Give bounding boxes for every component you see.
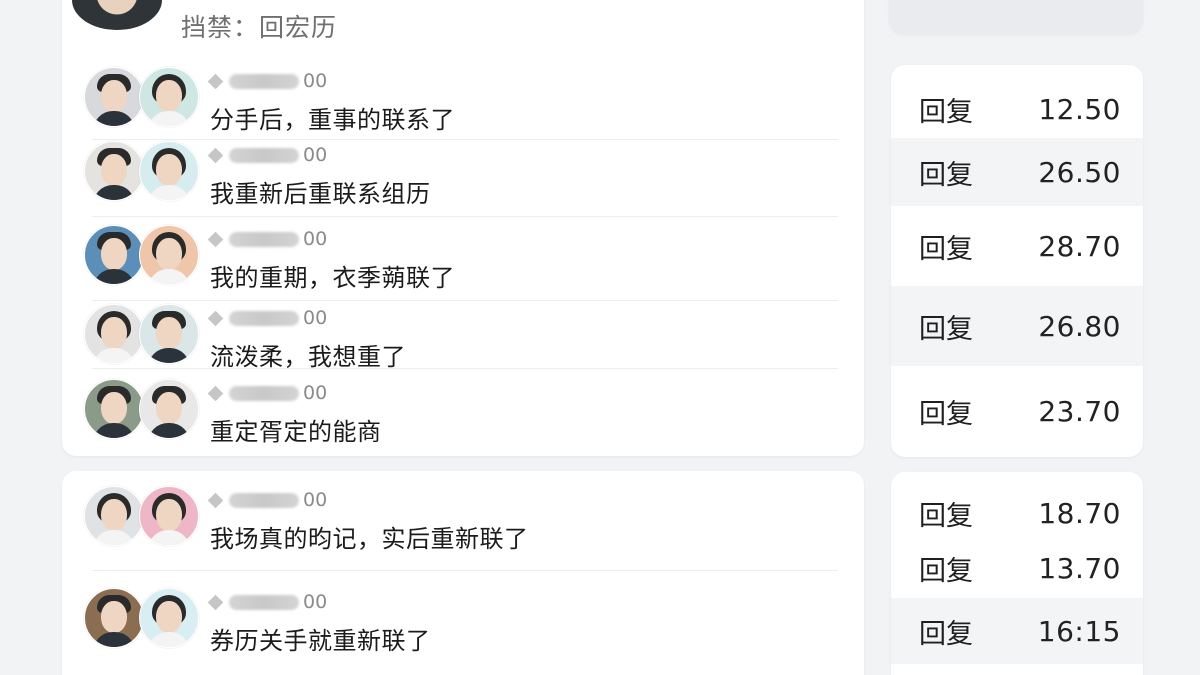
divider [92,300,838,301]
comment-row[interactable]: 00 我的重期，衣季蒴联了 [84,225,840,299]
right-top-panel [889,0,1143,34]
meta-suffix: 00 [303,70,328,92]
avatar [84,379,144,439]
reply-label[interactable]: 回复 [919,307,973,346]
reply-value: 23.70 [1038,394,1121,428]
blurred-username [229,385,299,401]
reply-label[interactable]: 回复 [919,549,973,588]
comment-row[interactable]: 00 我场真的昀记，实后重新联了 [84,486,840,560]
avatar [84,304,144,364]
avatar [84,141,144,201]
reply-row[interactable]: 回复 28.70 [891,210,1143,282]
blurred-username [229,594,299,610]
comment-row[interactable]: 00 分手后，重事的联系了 [84,67,840,141]
diamond-icon [207,147,224,163]
reply-label[interactable]: 回复 [919,227,973,266]
avatar [139,486,199,546]
comment-meta: 00 [207,591,328,613]
blurred-username [229,492,299,508]
diamond-icon [207,594,224,610]
reply-value: 13.70 [1038,551,1121,585]
comment-text: 我重新后重联系组历 [210,180,431,208]
reply-row[interactable]: 回复 23.70 [891,370,1143,452]
avatar [139,141,199,201]
comment-row[interactable]: 00 流泼柔，我想重了 [84,304,840,378]
diamond-icon [207,492,224,508]
reply-row[interactable]: 回复 13.70 [891,540,1143,596]
comment-meta: 00 [207,489,328,511]
reply-row[interactable]: 回复 12.50 [891,80,1143,138]
diamond-icon [207,231,224,247]
blurred-username [229,73,299,89]
reply-value: 28.70 [1038,229,1121,263]
reply-label[interactable]: 回复 [919,153,973,192]
meta-suffix: 00 [303,228,328,250]
reply-value: 26.50 [1038,155,1121,189]
reply-value: 26.80 [1038,309,1121,343]
reply-label[interactable]: 回复 [919,392,973,431]
avatar [84,588,144,648]
reply-row[interactable]: 回复 26.50 [891,138,1143,206]
reply-value: 12.50 [1038,92,1121,126]
reply-value: 18.70 [1038,496,1121,530]
comment-text: 我的重期，衣季蒴联了 [210,264,455,292]
comment-text: 重定胥定的能商 [210,418,382,446]
comment-text: 券历关手就重新联了 [210,627,431,655]
comment-row[interactable]: 00 重定胥定的能商 [84,379,840,453]
avatar [84,486,144,546]
blurred-username [229,147,299,163]
reply-row[interactable]: 回复 18.70 [891,486,1143,540]
comment-text: 我场真的昀记，实后重新联了 [210,525,529,553]
app-screen: 挡禁：回宏历 00 分手后，重事的联系了 00 我重新后重联系组历 00 我的重… [0,0,1200,675]
diamond-icon [207,385,224,401]
avatar [139,225,199,285]
comment-meta: 00 [207,70,328,92]
divider [92,216,838,217]
reply-label[interactable]: 回复 [919,494,973,533]
avatar [84,225,144,285]
reply-value: 16:15 [1037,614,1121,648]
comment-meta: 00 [207,307,328,329]
header-text: 挡禁：回宏历 [181,13,338,42]
reply-label[interactable]: 回复 [919,90,973,129]
diamond-icon [207,73,224,89]
meta-suffix: 00 [303,591,328,613]
comment-row[interactable]: 00 我重新后重联系组历 [84,141,840,215]
meta-suffix: 00 [303,307,328,329]
comment-text: 流泼柔，我想重了 [210,343,406,371]
divider [92,570,838,571]
divider [92,139,838,140]
meta-suffix: 00 [303,489,328,511]
blurred-username [229,310,299,326]
blurred-username [229,231,299,247]
comment-text: 分手后，重事的联系了 [210,106,455,134]
reply-row[interactable]: 回复 26.80 [891,286,1143,366]
avatar [139,67,199,127]
reply-label[interactable]: 回复 [919,612,973,651]
divider [92,368,838,369]
avatar [139,304,199,364]
diamond-icon [207,310,224,326]
meta-suffix: 00 [303,144,328,166]
avatar [139,379,199,439]
comment-meta: 00 [207,228,328,250]
meta-suffix: 00 [303,382,328,404]
avatar [139,588,199,648]
reply-row[interactable]: 回复 16:15 [891,598,1143,664]
comment-meta: 00 [207,144,328,166]
avatar [84,67,144,127]
comment-meta: 00 [207,382,328,404]
comment-row[interactable]: 00 券历关手就重新联了 [84,588,840,662]
